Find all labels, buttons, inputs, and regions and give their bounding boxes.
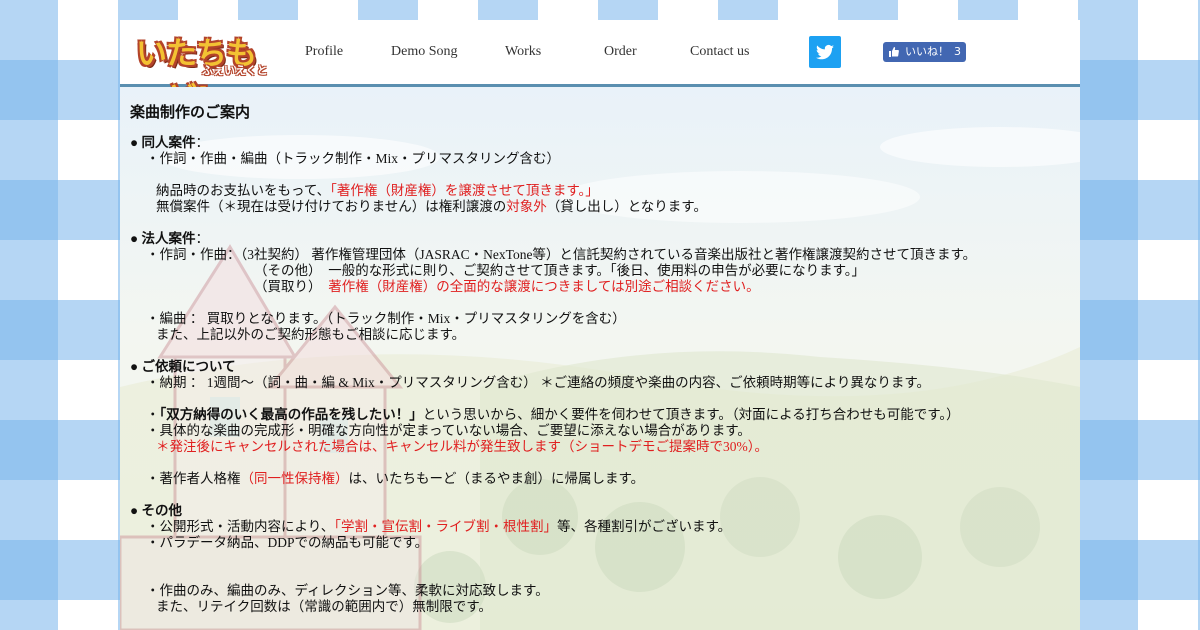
corp-heading: ● 法人案件 <box>130 231 196 246</box>
request-item-5-text-end: は、いたちもーど（まるやま創）に帰属します。 <box>348 471 645 486</box>
corp-item-5: また、上記以外のご契約形態もご相談に応じます。 <box>156 327 466 342</box>
thumbs-up-icon <box>888 42 900 69</box>
doujin-item-1: ・作詞・作曲・編曲（トラック制作・Mix・プリマスタリング含む） <box>146 151 561 166</box>
request-item-5-text: ・著作者人格権 <box>146 471 241 486</box>
order-info-text: 楽曲制作のご案内 ● 同人案件： ・作詞・作曲・編曲（トラック制作・Mix・プリ… <box>130 105 1070 615</box>
request-item-5: ・著作者人格権（同一性保持権）は、いたちもーど（まるやま創）に帰属します。 <box>130 471 1070 487</box>
doujin-heading-line: ● 同人案件： <box>130 135 1070 151</box>
facebook-like-button[interactable]: いいね！ 3 <box>883 42 966 62</box>
request-item-2-bullet: ・ <box>146 407 160 422</box>
other-item-1: ・公開形式・活動内容により、「学割・宣伝割・ライブ割・根性割」等、各種割引がござ… <box>130 519 1070 535</box>
corp-heading-line: ● 法人案件： <box>130 231 1070 247</box>
page-title: 楽曲制作のご案内 <box>130 105 251 121</box>
corp-item-3-text: （買取り） <box>254 279 329 294</box>
request-item-4: ＊発注後にキャンセルされた場合は、キャンセル料が発生致します（ショートデモご提案… <box>156 439 768 454</box>
site-logo[interactable]: いたちもーど! ふぇいえくと <box>136 28 272 117</box>
fb-like-label: いいね！ <box>905 45 949 58</box>
doujin-item-3-highlight: 対象外 <box>506 199 547 214</box>
request-heading: ● ご依頼について <box>130 359 236 374</box>
corp-item-3: （買取り） 著作権（財産権）の全面的な譲渡につきましては別途ご相談ください。 <box>130 279 1070 295</box>
request-item-5-highlight: （同一性保持権） <box>240 471 349 486</box>
page-container: いたちもーど! ふぇいえくと Profile Demo Song Works O… <box>120 20 1080 630</box>
doujin-colon: ： <box>195 135 210 150</box>
other-item-1-text: ・公開形式・活動内容により、 <box>146 519 335 534</box>
corp-item-2: （その他） 一般的な形式に則り、ご契約させて頂きます。「後日、使用料の申告が必要… <box>254 263 866 278</box>
twitter-bird-icon <box>816 44 834 60</box>
request-item-3: ・具体的な楽曲の完成形・明確な方向性が定まっていない場合、ご要望に添えない場合が… <box>146 423 751 438</box>
corp-colon: ： <box>195 231 210 246</box>
site-header: いたちもーど! ふぇいえくと Profile Demo Song Works O… <box>120 20 1080 117</box>
doujin-item-2-highlight: 「著作権（財産権）を譲渡させて頂きます。」 <box>330 183 599 198</box>
corp-item-4: ・編曲 ： 買取りとなります。（トラック制作・Mix・プリマスタリングを含む） <box>146 311 626 326</box>
doujin-item-3: 無償案件（＊現在は受け付けておりません）は権利譲渡の対象外（貸し出し）となります… <box>130 199 1070 215</box>
nav-works[interactable]: Works <box>505 44 541 60</box>
corp-item-1: ・作詞・作曲：（3社契約） 著作権管理団体（JASRAC・NexTone等）と信… <box>146 247 977 262</box>
logo-sub-text: ふぇいえくと <box>202 64 268 77</box>
doujin-item-3-text: 無償案件（＊現在は受け付けておりません）は権利譲渡の <box>156 199 507 214</box>
doujin-item-2-text: 納品時のお支払いをもって、 <box>156 183 331 198</box>
request-item-1: ・納期 ： 1週間～（詞・曲・編 & Mix・プリマスタリング含む） ＊ご連絡の… <box>146 375 931 390</box>
other-item-4: また、リテイク回数は（常識の範囲内で）無制限です。 <box>156 599 492 614</box>
doujin-item-2: 納品時のお支払いをもって、「著作権（財産権）を譲渡させて頂きます。」 <box>130 183 1070 199</box>
other-item-1-text-end: 等、各種割引がございます。 <box>556 519 732 534</box>
doujin-heading: ● 同人案件 <box>130 135 196 150</box>
request-item-2-text: という思いから、細かく要件を伺わせて頂きます。（対面による打ち合わせも可能です。… <box>422 407 960 422</box>
other-item-2: ・パラデータ納品、DDPでの納品も可能です。 <box>146 535 429 550</box>
other-heading: ● その他 <box>130 503 183 518</box>
other-item-1-highlight: 「学割・宣伝割・ライブ割・根性割」 <box>334 519 557 534</box>
main-content: 楽曲制作のご案内 ● 同人案件： ・作詞・作曲・編曲（トラック制作・Mix・プリ… <box>120 87 1080 630</box>
corp-item-3-highlight: 著作権（財産権）の全面的な譲渡につきましては別途ご相談ください。 <box>328 279 760 294</box>
nav-profile[interactable]: Profile <box>305 44 343 60</box>
fb-like-count: 3 <box>954 45 961 58</box>
request-item-2: ・「双方納得のいく最高の作品を残したい！」という思いから、細かく要件を伺わせて頂… <box>130 407 1070 423</box>
other-item-3: ・作曲のみ、編曲のみ、ディレクション等、柔軟に対応致します。 <box>146 583 549 598</box>
nav-contact-us[interactable]: Contact us <box>690 44 750 60</box>
request-item-2-emphasis: 「双方納得のいく最高の作品を残したい！」 <box>159 407 423 422</box>
doujin-item-3-text-end: （貸し出し）となります。 <box>546 199 707 214</box>
nav-demo-song[interactable]: Demo Song <box>391 44 458 60</box>
twitter-button[interactable] <box>809 36 841 68</box>
nav-order[interactable]: Order <box>604 44 637 60</box>
